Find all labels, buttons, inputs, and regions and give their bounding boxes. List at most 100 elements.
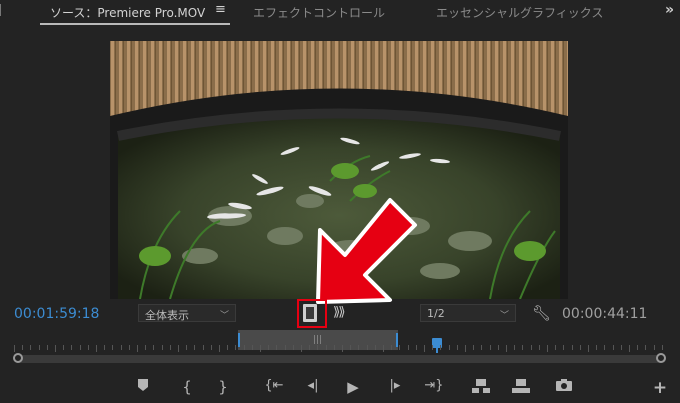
ruler-tick	[547, 345, 548, 352]
waveform-icon[interactable]: ⟫⟫	[333, 305, 346, 320]
insert-icon[interactable]	[470, 378, 492, 398]
ruler-tick	[629, 345, 630, 352]
ruler-tick	[653, 345, 655, 350]
ruler-tick	[38, 345, 40, 350]
zoom-handle-left[interactable]	[13, 353, 23, 363]
go-to-out-icon[interactable]: ⇥}	[424, 378, 444, 398]
ruler-tick	[227, 345, 229, 350]
step-forward-icon[interactable]: |▸	[386, 378, 404, 398]
panel-menu-icon[interactable]: ≡	[215, 2, 226, 17]
plus-icon[interactable]: +	[652, 378, 668, 398]
ruler-tick	[489, 345, 491, 350]
ruler-tick	[309, 345, 311, 350]
ruler-tick	[79, 345, 81, 350]
ruler-tick	[202, 345, 204, 350]
ruler-tick	[383, 345, 384, 352]
ruler-tick	[415, 345, 417, 350]
ruler-tick	[473, 345, 475, 350]
ruler-tick	[161, 345, 163, 350]
ruler-tick	[432, 345, 434, 350]
ruler-tick	[588, 345, 589, 352]
in-out-grip[interactable]: |||	[313, 335, 322, 345]
ruler-tick	[317, 345, 319, 350]
ruler-tick	[399, 345, 401, 350]
ruler-tick	[276, 345, 278, 350]
ruler-tick	[104, 345, 106, 350]
time-ruler[interactable]	[14, 345, 666, 353]
ruler-tick	[153, 345, 155, 350]
ruler-tick	[260, 345, 261, 352]
current-timecode[interactable]: 00:01:59:18	[14, 306, 99, 322]
step-back-icon[interactable]: ◂|	[304, 378, 322, 398]
ruler-tick	[407, 345, 409, 350]
ruler-tick	[186, 345, 188, 350]
filmstrip-icon[interactable]	[303, 304, 317, 322]
ruler-tick	[563, 345, 565, 350]
ruler-tick	[137, 345, 138, 352]
ruler-tick	[178, 345, 179, 352]
ruler-tick	[243, 345, 245, 350]
marker-icon[interactable]	[136, 378, 150, 398]
ruler-tick	[268, 345, 270, 350]
ruler-tick	[448, 345, 450, 350]
panel-tab-bar: ソース：Premiere Pro.MOV ≡ エフェクトコントロール エッセンシ…	[0, 0, 680, 26]
ruler-tick	[96, 345, 97, 352]
play-icon[interactable]: ▶	[344, 378, 362, 398]
chevron-down-icon: ﹀	[499, 311, 509, 321]
ruler-tick	[194, 345, 196, 350]
ruler-tick	[55, 345, 56, 352]
ruler-tick	[112, 345, 114, 350]
wrench-icon[interactable]: 🔧︎	[532, 304, 551, 322]
ruler-tick	[481, 345, 483, 350]
ruler-tick	[292, 345, 294, 350]
tab-source[interactable]: ソース：Premiere Pro.MOV	[50, 4, 205, 21]
ruler-tick	[71, 345, 73, 350]
ruler-tick	[366, 345, 368, 350]
chevron-down-icon: ﹀	[219, 311, 229, 321]
ruler-tick	[440, 345, 442, 350]
ruler-tick	[514, 345, 516, 350]
zoom-handle-right[interactable]	[656, 353, 666, 363]
overwrite-icon[interactable]	[510, 378, 532, 398]
ruler-tick	[46, 345, 48, 350]
ruler-tick	[169, 345, 171, 350]
ruler-tick	[63, 345, 65, 350]
ruler-tick	[391, 345, 393, 350]
ruler-tick	[530, 345, 532, 350]
mark-in-icon[interactable]: {	[180, 378, 194, 398]
ruler-tick	[358, 345, 360, 350]
resolution-dropdown[interactable]: 1/2 ﹀	[420, 304, 516, 322]
fit-dropdown[interactable]: 全体表示 ﹀	[138, 304, 236, 322]
ruler-tick	[579, 345, 581, 350]
ruler-tick	[325, 345, 327, 350]
ruler-tick	[538, 345, 540, 350]
ruler-tick	[235, 345, 237, 350]
tab-essential-graphics[interactable]: エッセンシャルグラフィックス	[436, 4, 603, 21]
ruler-tick	[555, 345, 557, 350]
duration-timecode: 00:00:44:11	[562, 306, 648, 322]
ruler-tick	[333, 345, 335, 350]
ruler-tick	[596, 345, 598, 350]
ruler-tick	[251, 345, 253, 350]
mark-out-icon[interactable]: }	[216, 378, 230, 398]
fit-value: 全体表示	[145, 309, 189, 322]
go-to-in-icon[interactable]: {⇤	[264, 378, 284, 398]
camera-icon[interactable]	[554, 378, 574, 398]
ruler-tick	[301, 345, 302, 352]
ruler-tick	[219, 345, 220, 352]
ruler-tick	[637, 345, 639, 350]
tab-effect-controls[interactable]: エフェクトコントロール	[253, 4, 385, 21]
ruler-tick	[612, 345, 614, 350]
ruler-tick	[87, 345, 89, 350]
source-monitor-video	[110, 41, 568, 299]
ruler-tick	[604, 345, 606, 350]
ruler-tick	[120, 345, 122, 350]
ruler-tick	[424, 345, 425, 352]
ruler-tick	[497, 345, 499, 350]
zoom-scrollbar[interactable]	[14, 355, 666, 363]
ruler-tick	[374, 345, 376, 350]
tab-overflow-icon[interactable]: »	[665, 2, 674, 18]
ruler-tick	[145, 345, 147, 350]
ruler-tick	[661, 345, 663, 350]
ruler-tick	[14, 345, 15, 352]
